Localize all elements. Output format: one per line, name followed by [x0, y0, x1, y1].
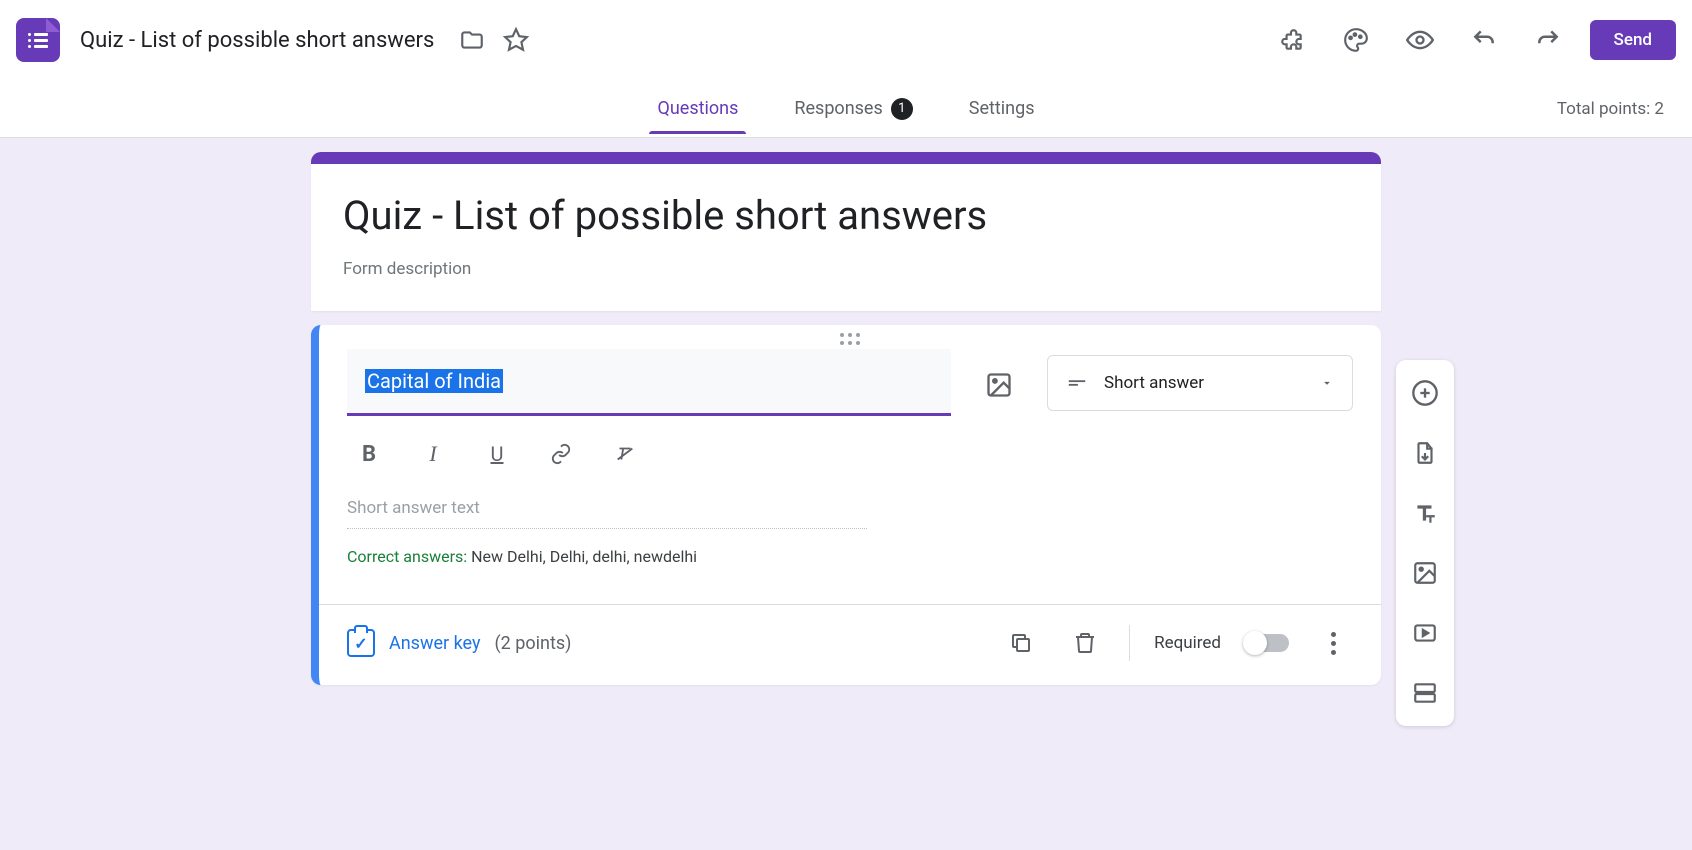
add-question-button[interactable]	[1402, 370, 1448, 416]
forms-logo[interactable]	[16, 18, 60, 62]
dropdown-arrow-icon	[1320, 376, 1334, 390]
total-points: Total points: 2	[1557, 99, 1664, 119]
form-title-field[interactable]: Quiz - List of possible short answers	[343, 192, 1349, 239]
responses-count-badge: 1	[891, 98, 913, 120]
question-footer: ✓ Answer key (2 points) Required	[319, 604, 1381, 685]
import-icon	[1412, 440, 1438, 466]
workspace: Quiz - List of possible short answers Fo…	[0, 138, 1692, 850]
answer-key-icon: ✓	[347, 629, 375, 657]
video-icon	[1412, 620, 1438, 646]
question-type-label: Short answer	[1104, 373, 1304, 393]
side-toolbar	[1396, 360, 1454, 726]
required-toggle[interactable]	[1245, 634, 1289, 652]
tabs-row: Questions Responses 1 Settings Total poi…	[0, 80, 1692, 138]
image-icon	[985, 371, 1013, 399]
more-options-button[interactable]	[1313, 623, 1353, 663]
section-icon	[1412, 680, 1438, 706]
title-icon	[1412, 500, 1438, 526]
duplicate-button[interactable]	[1001, 623, 1041, 663]
correct-answers-values: New Delhi, Delhi, delhi, newdelhi	[471, 547, 697, 566]
question-type-select[interactable]: Short answer	[1047, 355, 1353, 411]
trash-icon	[1073, 631, 1097, 655]
short-answer-icon	[1066, 372, 1088, 394]
required-label: Required	[1154, 633, 1221, 653]
import-questions-button[interactable]	[1402, 430, 1448, 476]
more-vertical-icon	[1331, 632, 1336, 655]
puzzle-icon	[1279, 27, 1305, 53]
folder-icon	[459, 27, 485, 53]
undo-button[interactable]	[1462, 18, 1506, 62]
tab-responses-label: Responses	[794, 98, 882, 119]
redo-button[interactable]	[1526, 18, 1570, 62]
copy-icon	[1009, 631, 1033, 655]
add-title-button[interactable]	[1402, 490, 1448, 536]
customize-theme-button[interactable]	[1334, 18, 1378, 62]
tab-responses[interactable]: Responses 1	[786, 84, 920, 134]
move-to-folder-button[interactable]	[450, 18, 494, 62]
answer-key-label: Answer key	[389, 633, 481, 654]
drag-handle[interactable]	[319, 325, 1381, 349]
preview-button[interactable]	[1398, 18, 1442, 62]
form-title[interactable]: Quiz - List of possible short answers	[80, 28, 434, 53]
tab-settings[interactable]: Settings	[961, 84, 1043, 133]
plus-circle-icon	[1411, 379, 1439, 407]
points-label: (2 points)	[495, 633, 572, 654]
eye-icon	[1406, 26, 1434, 54]
add-video-button[interactable]	[1402, 610, 1448, 656]
form-header-card[interactable]: Quiz - List of possible short answers Fo…	[311, 152, 1381, 311]
question-text-input[interactable]: Capital of India	[347, 349, 951, 416]
add-section-button[interactable]	[1402, 670, 1448, 716]
addons-button[interactable]	[1270, 18, 1314, 62]
clear-format-button[interactable]	[607, 436, 643, 472]
bold-button[interactable]: B	[351, 436, 387, 472]
italic-button[interactable]: I	[415, 436, 451, 472]
clear-format-icon	[614, 443, 636, 465]
link-icon	[550, 443, 572, 465]
answer-key-button[interactable]: ✓ Answer key	[347, 629, 481, 657]
palette-icon	[1343, 27, 1369, 53]
star-icon	[503, 27, 529, 53]
image-icon	[1412, 560, 1438, 586]
question-card[interactable]: Capital of India Short answer	[311, 325, 1381, 685]
answer-preview-field: Short answer text	[347, 492, 867, 529]
format-toolbar: B I U	[347, 424, 1353, 492]
delete-button[interactable]	[1065, 623, 1105, 663]
correct-answers-row: Correct answers: New Delhi, Delhi, delhi…	[347, 547, 1353, 566]
link-button[interactable]	[543, 436, 579, 472]
add-image-side-button[interactable]	[1402, 550, 1448, 596]
form-description-field[interactable]: Form description	[343, 259, 1349, 279]
redo-icon	[1535, 27, 1561, 53]
header: Quiz - List of possible short answers Se…	[0, 0, 1692, 80]
undo-icon	[1471, 27, 1497, 53]
add-image-button[interactable]	[975, 361, 1023, 409]
underline-button[interactable]: U	[479, 436, 515, 472]
star-button[interactable]	[494, 18, 538, 62]
send-button[interactable]: Send	[1590, 20, 1676, 60]
tab-questions[interactable]: Questions	[649, 84, 746, 133]
correct-answers-label: Correct answers:	[347, 547, 471, 566]
